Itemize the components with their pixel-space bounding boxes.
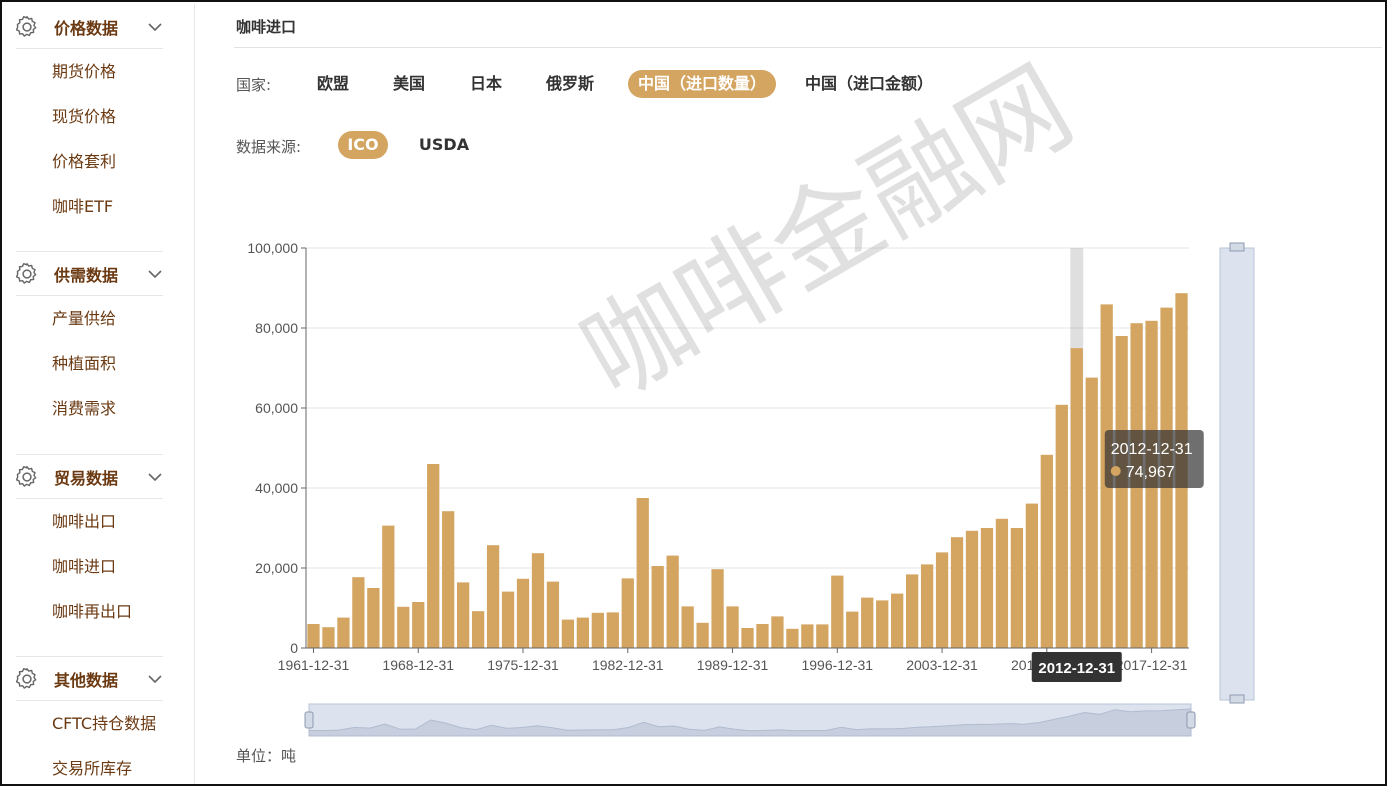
x-tick-label: 2017-12-31 bbox=[1116, 657, 1188, 673]
bar-1961-12-31[interactable] bbox=[307, 624, 320, 648]
bar-1992-12-31[interactable] bbox=[771, 616, 784, 648]
bar-1986-12-31[interactable] bbox=[681, 606, 694, 648]
bar-1996-12-31[interactable] bbox=[831, 575, 844, 648]
bar-2008-12-31[interactable] bbox=[1010, 528, 1024, 648]
bar-2002-12-31[interactable] bbox=[920, 564, 934, 648]
bar-1977-12-31[interactable] bbox=[546, 581, 560, 648]
vertical-slider-handle-top[interactable] bbox=[1229, 242, 1245, 252]
tooltip-date: 2012-12-31 bbox=[1111, 441, 1193, 458]
bar-1994-12-31[interactable] bbox=[801, 624, 814, 648]
bar-2003-12-31[interactable] bbox=[935, 552, 949, 648]
bar-2001-12-31[interactable] bbox=[905, 574, 919, 648]
bar-1978-12-31[interactable] bbox=[561, 619, 575, 648]
bar-1980-12-31[interactable] bbox=[591, 612, 604, 648]
bar-2012-12-31[interactable] bbox=[1070, 348, 1083, 648]
slider-handle-left[interactable] bbox=[304, 711, 314, 729]
bar-1997-12-31[interactable] bbox=[846, 611, 859, 648]
vertical-slider-handle-bottom[interactable] bbox=[1229, 694, 1245, 704]
y-tick-label: 100,000 bbox=[247, 240, 298, 256]
slider-handle-right[interactable] bbox=[1186, 711, 1196, 729]
vertical-zoom-slider[interactable] bbox=[1219, 247, 1255, 701]
bar-1963-12-31[interactable] bbox=[337, 617, 350, 648]
bar-2000-12-31[interactable] bbox=[891, 593, 904, 648]
bar-1988-12-31[interactable] bbox=[711, 569, 724, 648]
bar-1969-12-31[interactable] bbox=[427, 464, 440, 648]
bar-1987-12-31[interactable] bbox=[696, 622, 709, 648]
bar-1965-12-31[interactable] bbox=[367, 588, 380, 648]
bar-1991-12-31[interactable] bbox=[756, 624, 769, 648]
tooltip-value: 74,967 bbox=[1126, 464, 1175, 481]
bar-2007-12-31[interactable] bbox=[995, 518, 1009, 648]
bar-2010-12-31[interactable] bbox=[1040, 454, 1053, 648]
bar-1981-12-31[interactable] bbox=[606, 612, 619, 648]
y-tick-label: 40,000 bbox=[255, 480, 298, 496]
bar-1971-12-31[interactable] bbox=[457, 582, 470, 648]
x-tick-label: 2003-12-31 bbox=[906, 657, 978, 673]
x-tick-label: 1968-12-31 bbox=[382, 657, 454, 673]
bar-2009-12-31[interactable] bbox=[1025, 503, 1038, 648]
bar-1967-12-31[interactable] bbox=[397, 606, 410, 648]
bar-1962-12-31[interactable] bbox=[322, 627, 335, 648]
bar-1979-12-31[interactable] bbox=[576, 617, 590, 648]
bar-1983-12-31[interactable] bbox=[636, 498, 649, 648]
bar-1990-12-31[interactable] bbox=[741, 628, 754, 648]
y-tick-label: 20,000 bbox=[255, 560, 298, 576]
bar-1989-12-31[interactable] bbox=[726, 606, 739, 648]
bar-1985-12-31[interactable] bbox=[666, 555, 679, 648]
bar-1964-12-31[interactable] bbox=[352, 577, 365, 648]
bar-1982-12-31[interactable] bbox=[621, 578, 634, 648]
x-tick-label: 1996-12-31 bbox=[801, 657, 873, 673]
bar-1968-12-31[interactable] bbox=[412, 602, 425, 648]
y-tick-label: 60,000 bbox=[255, 400, 298, 416]
bar-1995-12-31[interactable] bbox=[816, 624, 829, 648]
x-tick-label: 1961-12-31 bbox=[278, 657, 350, 673]
y-tick-label: 80,000 bbox=[255, 320, 298, 336]
bar-1993-12-31[interactable] bbox=[786, 628, 799, 648]
bar-1966-12-31[interactable] bbox=[382, 525, 395, 648]
bar-2005-12-31[interactable] bbox=[965, 530, 979, 648]
y-tick-label: 0 bbox=[290, 640, 298, 656]
bar-2004-12-31[interactable] bbox=[950, 537, 964, 648]
bar-2006-12-31[interactable] bbox=[980, 528, 994, 648]
bar-1973-12-31[interactable] bbox=[486, 545, 500, 648]
tooltip-series-marker bbox=[1110, 466, 1121, 476]
bar-1976-12-31[interactable] bbox=[531, 553, 545, 648]
axis-pointer-label: 2012-12-31 bbox=[1038, 660, 1115, 677]
bar-1972-12-31[interactable] bbox=[471, 611, 485, 648]
bar-1974-12-31[interactable] bbox=[501, 591, 515, 648]
bar-2013-12-31[interactable] bbox=[1085, 377, 1098, 648]
bar-1984-12-31[interactable] bbox=[651, 566, 664, 648]
unit-label: 单位：吨 bbox=[236, 747, 297, 765]
x-tick-label: 1989-12-31 bbox=[697, 657, 769, 673]
bar-2011-12-31[interactable] bbox=[1055, 404, 1068, 648]
bar-2015-12-31[interactable] bbox=[1115, 336, 1128, 648]
bar-chart[interactable]: 100,000 80,000 60,000 40,000 20,000 01961-12-… bbox=[2, 2, 1387, 788]
app-frame: 价格数据 期货价格 现货价格 价格套利 咖啡ETF 供需数据 产量供给 种植面积… bbox=[0, 0, 1387, 786]
bar-1999-12-31[interactable] bbox=[876, 600, 889, 648]
bar-1998-12-31[interactable] bbox=[861, 597, 874, 648]
bar-1975-12-31[interactable] bbox=[516, 578, 530, 648]
x-tick-label: 1982-12-31 bbox=[592, 657, 664, 673]
bar-1970-12-31[interactable] bbox=[442, 511, 455, 648]
x-tick-label: 1975-12-31 bbox=[487, 657, 559, 673]
